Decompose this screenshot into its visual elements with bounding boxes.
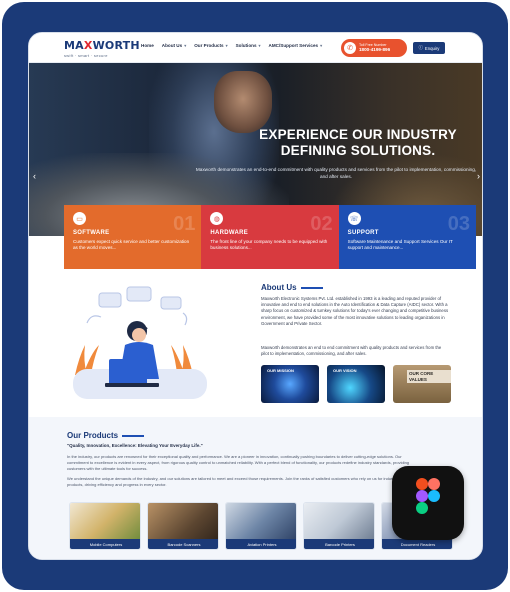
product-label: Mobile Computers <box>70 539 140 549</box>
product-card-barcode-printers[interactable]: Barcode Printers <box>303 502 375 550</box>
card-text: Software Maintenance and Support Service… <box>347 239 453 251</box>
card-software[interactable]: 01 ▭ SOFTWARE Customers expect quick ser… <box>64 205 202 269</box>
nav-home[interactable]: Home <box>141 43 154 48</box>
about-thumbnails: OUR MISSION OUR VISION OUR CORE VALUES <box>261 365 451 403</box>
products-paragraph: In the industry, our products are renown… <box>67 454 410 471</box>
carousel-prev-icon[interactable]: ‹ <box>33 171 36 181</box>
product-label: Aviation Printers <box>226 539 296 549</box>
device-mockup: MAXWORTH swift · smart · secure Home Abo… <box>0 0 510 592</box>
chevron-down-icon: ▾ <box>225 43 228 48</box>
vision-thumbnail[interactable]: OUR VISION <box>327 365 385 403</box>
nav-our-products[interactable]: Our Products ▾ <box>194 43 227 48</box>
thumbnail-label: OUR MISSION <box>267 368 294 373</box>
about-us-heading: About Us <box>261 283 323 292</box>
main-nav: Home About Us ▾ Our Products ▾ Solutions ▾ … <box>141 43 322 48</box>
enquiry-label: Enquiry <box>424 45 440 51</box>
product-card-barcode-scanners[interactable]: Barcode Scanners <box>147 502 219 550</box>
chevron-down-icon: ▾ <box>184 43 187 48</box>
enquiry-button[interactable]: ⓘ Enquiry <box>413 42 445 54</box>
logo-wordmark: MAXWORTH <box>64 39 140 52</box>
chevron-down-icon: ▾ <box>320 43 323 48</box>
product-card-aviation-printers[interactable]: Aviation Printers <box>225 502 297 550</box>
site-header: MAXWORTH swift · smart · secure Home Abo… <box>29 33 482 63</box>
nav-about-us[interactable]: About Us ▾ <box>162 43 186 48</box>
tollfree-number: 1800-4199-896 <box>359 47 391 53</box>
figma-logo-icon <box>392 466 464 540</box>
products-paragraph: We understand the unique demands of the … <box>67 476 412 487</box>
mission-thumbnail[interactable]: OUR MISSION <box>261 365 319 403</box>
chevron-down-icon: ▾ <box>258 43 261 48</box>
carousel-next-icon[interactable]: › <box>477 171 480 181</box>
hero-heading: EXPERIENCE OUR INDUSTRY DEFINING SOLUTIO… <box>259 127 457 158</box>
product-image <box>70 503 140 541</box>
product-label: Document Readers <box>382 539 452 549</box>
product-image <box>226 503 296 541</box>
card-number: 01 <box>173 213 196 235</box>
card-text: The front line of your company needs to … <box>210 239 328 251</box>
product-label: Barcode Printers <box>304 539 374 549</box>
thumbnail-label: OUR VISION <box>333 368 357 373</box>
product-image <box>148 503 218 541</box>
hero-description: Maxworth demonstrates an end-to-end comm… <box>195 167 477 179</box>
hero-photo-person <box>214 71 272 133</box>
card-support[interactable]: 03 ☏ SUPPORT Software Maintenance and Su… <box>338 205 476 269</box>
about-paragraph: Maxworth demonstrates an end to end comm… <box>261 345 442 357</box>
core-values-thumbnail[interactable]: OUR CORE VALUES <box>393 365 451 403</box>
products-subtitle: "Quality, Innovation, Excellence: Elevat… <box>67 443 203 448</box>
thumbnail-label: OUR CORE VALUES <box>407 370 451 384</box>
customer-support-illustration <box>73 286 207 399</box>
product-label: Barcode Scanners <box>148 539 218 549</box>
monitor-icon: ▭ <box>73 212 86 225</box>
phone-icon: ✆ <box>344 42 356 54</box>
card-hardware[interactable]: 02 ◍ HARDWARE The front line of your com… <box>201 205 339 269</box>
card-number: 02 <box>310 213 333 235</box>
tollfree-button[interactable]: ✆ Toll Free Number 1800-4199-896 <box>341 39 407 57</box>
card-text: Customers expect quick service and bette… <box>73 239 190 251</box>
info-icon: ⓘ <box>418 45 423 50</box>
feature-cards: 01 ▭ SOFTWARE Customers expect quick ser… <box>64 205 476 269</box>
logo-tagline: swift · smart · secure <box>64 53 108 58</box>
globe-icon: ◍ <box>210 212 224 225</box>
support-icon: ☏ <box>347 212 361 225</box>
product-image <box>304 503 374 541</box>
card-number: 03 <box>447 213 470 235</box>
nav-solutions[interactable]: Solutions ▾ <box>236 43 261 48</box>
nav-support-services[interactable]: AMC/Support Services ▾ <box>269 43 323 48</box>
maxworth-logo[interactable]: MAXWORTH swift · smart · secure <box>64 39 140 61</box>
products-heading: Our Products <box>67 431 145 440</box>
product-card-mobile-computers[interactable]: Mobile Computers <box>69 502 141 550</box>
about-paragraph: Maxworth Electronic Systems Pvt. Ltd. es… <box>261 296 449 326</box>
